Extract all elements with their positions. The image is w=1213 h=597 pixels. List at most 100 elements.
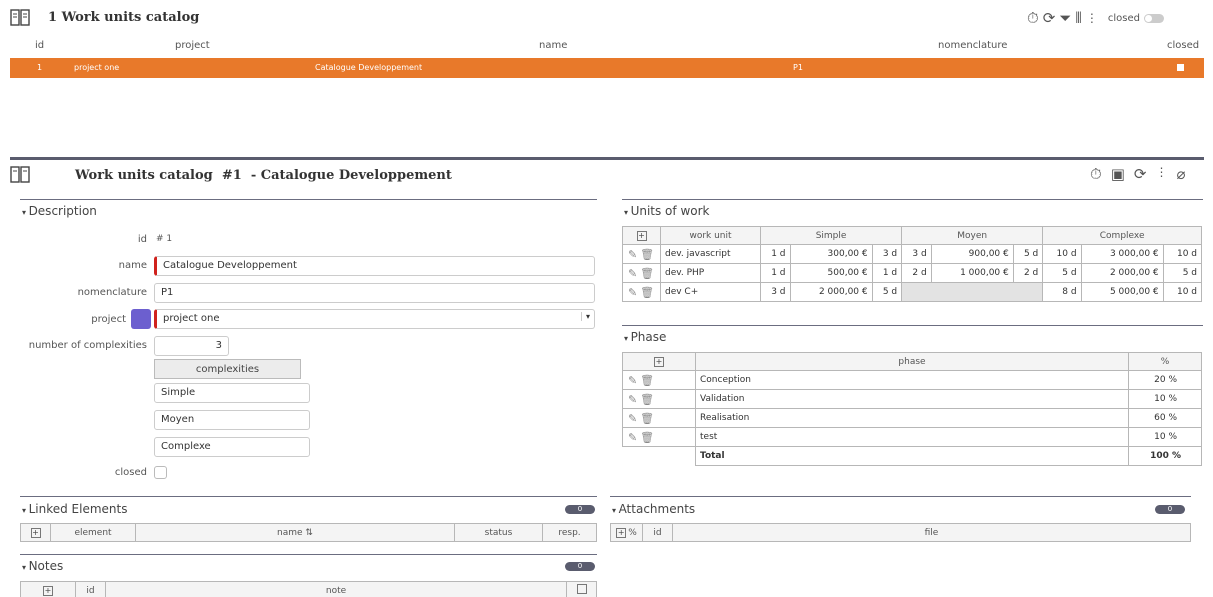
add-icon[interactable]: + (43, 585, 53, 596)
filter-icon[interactable]: ⏷ (1059, 9, 1071, 27)
save-icon[interactable]: ▣ (1111, 165, 1125, 183)
complexities-button[interactable]: complexities (154, 359, 301, 379)
unit-value: 2 000,00 € (1080, 263, 1164, 283)
detail-toolbar: ⏱ ▣ ⟳ ⋮ ⌀ (1090, 165, 1186, 183)
delete-icon[interactable]: 🗑 (640, 412, 654, 425)
col-name[interactable]: name (539, 40, 567, 54)
add-icon[interactable]: + (654, 356, 664, 367)
table-row[interactable]: ✎ 🗑 Validation 10 % (622, 389, 1202, 409)
table-row[interactable]: ✎ 🗑 test 10 % (622, 427, 1202, 447)
row-id: 1 (37, 63, 43, 72)
notes-select-checkbox[interactable] (576, 584, 587, 594)
delete-icon[interactable]: 🗑 (640, 374, 654, 387)
project-select[interactable]: project one ▾ (154, 309, 595, 329)
link-icon[interactable]: % (628, 528, 637, 538)
table-row[interactable]: 1 project one Catalogue Developpement P1 (10, 58, 1204, 78)
section-linked-elements[interactable]: Linked Elements (22, 502, 128, 516)
add-icon[interactable]: + (636, 230, 647, 241)
edit-icon[interactable]: ✎ (628, 374, 637, 387)
chevron-down-icon[interactable]: ▾ (580, 312, 590, 321)
phase-total-value: 100 % (1128, 446, 1202, 466)
edit-icon[interactable]: ✎ (628, 248, 637, 261)
edit-icon[interactable]: ✎ (628, 412, 637, 425)
table-row[interactable]: ✎ 🗑 Conception 20 % (622, 370, 1202, 390)
empty-cell (901, 282, 1044, 302)
phase-pct: 20 % (1128, 370, 1202, 390)
refresh-icon[interactable]: ⟳ (1134, 165, 1147, 183)
col-phase: phase (695, 352, 1129, 371)
phase-name: Conception (695, 370, 1129, 390)
history-icon[interactable]: ⏱ (1027, 9, 1039, 27)
add-icon[interactable]: + (30, 527, 41, 538)
add-icon[interactable]: + (616, 527, 627, 538)
table-row[interactable]: ✎ 🗑 Realisation 60 % (622, 408, 1202, 428)
table-row[interactable]: ✎ 🗑 dev. javascript 1 d 300,00 €3 d3 d 900,0… (622, 244, 1203, 264)
unit-value: 1 d (760, 244, 791, 264)
unit-value: 500,00 € (789, 263, 873, 283)
divider (622, 199, 1203, 200)
unit-value: 1 d (871, 263, 903, 283)
delete-icon[interactable]: 🗑 (640, 393, 654, 406)
unit-value: 5 d (1162, 263, 1203, 283)
row-name: Catalogue Developpement (315, 63, 423, 72)
section-phase[interactable]: Phase (624, 330, 667, 344)
unit-value: 3 d (871, 244, 903, 264)
refresh-icon[interactable]: ⟳ (1043, 9, 1056, 27)
nomenclature-field[interactable]: P1 (154, 283, 595, 303)
col-status: status (454, 523, 543, 542)
complexities-label: number of complexities (28, 340, 147, 351)
unit-value: 3 000,00 € (1080, 244, 1164, 264)
closed-label: closed (114, 467, 147, 478)
col-project[interactable]: project (175, 40, 210, 54)
col-resp: resp. (542, 523, 597, 542)
section-description[interactable]: Description (22, 204, 97, 218)
complexity-name-field[interactable]: Complexe (154, 437, 310, 457)
splitter[interactable] (10, 157, 1204, 160)
edit-icon[interactable]: ✎ (628, 431, 637, 444)
phase-pct: 60 % (1128, 408, 1202, 428)
col-moyen: Moyen (901, 226, 1044, 245)
edit-icon[interactable]: ✎ (628, 286, 637, 299)
columns-icon[interactable]: ⦀ (1075, 9, 1082, 27)
closed-checkbox[interactable] (154, 466, 167, 479)
name-label: name (118, 260, 147, 271)
row-closed-checkbox[interactable] (1177, 64, 1184, 71)
table-row[interactable]: ✎ 🗑 dev. PHP 1 d 500,00 €1 d2 d1 000,00 €2 … (622, 263, 1203, 283)
complexities-count-field[interactable]: 3 (154, 336, 229, 356)
col-work-unit: work unit (660, 226, 761, 245)
list-toolbar: ⏱ ⟳ ⏷ ⦀ ⋮ closed (1027, 9, 1165, 27)
more-options-icon[interactable]: ⋮ (1086, 11, 1098, 25)
history-icon[interactable]: ⏱ (1090, 165, 1102, 183)
section-notes[interactable]: Notes (22, 559, 64, 573)
name-field[interactable]: Catalogue Developpement (154, 256, 595, 276)
edit-icon[interactable]: ✎ (628, 267, 637, 280)
section-attachments[interactable]: Attachments (612, 502, 696, 516)
col-nomenclature[interactable]: nomenclature (938, 40, 1007, 54)
complexity-name-field[interactable]: Simple (154, 383, 310, 403)
edit-icon[interactable]: ✎ (628, 393, 637, 406)
col-name[interactable]: name ⇅ (135, 523, 455, 542)
delete-icon[interactable]: 🗑 (640, 267, 654, 280)
phase-table: + phase % ✎ 🗑 Conception 20 % ✎ 🗑 Validation… (622, 352, 1202, 466)
unit-value: 5 d (871, 282, 903, 302)
unit-value: 5 d (1012, 244, 1044, 264)
unit-value: 5 d (1042, 263, 1082, 283)
complexity-name-field[interactable]: Moyen (154, 410, 310, 430)
table-row[interactable]: ✎ 🗑 dev C+ 3 d2 000,00 €5 d 8 d5 000,00 €10… (622, 282, 1203, 302)
unit-value: 10 d (1162, 244, 1203, 264)
divider (20, 496, 597, 497)
page-title: 1 Work units catalog (48, 10, 200, 25)
attachment-icon[interactable]: ⌀ (1176, 165, 1185, 183)
divider (20, 554, 597, 555)
col-closed[interactable]: closed (1167, 40, 1199, 54)
catalog-book-icon (10, 166, 30, 183)
col-id[interactable]: id (35, 40, 44, 54)
delete-icon[interactable]: 🗑 (640, 431, 654, 444)
section-units-of-work[interactable]: Units of work (624, 204, 710, 218)
more-options-icon[interactable]: ⋮ (1155, 165, 1167, 183)
delete-icon[interactable]: 🗑 (640, 286, 654, 299)
delete-icon[interactable]: 🗑 (640, 248, 654, 261)
unit-value: 10 d (1162, 282, 1203, 302)
closed-toggle[interactable] (1144, 13, 1165, 23)
work-unit-name: dev. PHP (660, 263, 761, 283)
